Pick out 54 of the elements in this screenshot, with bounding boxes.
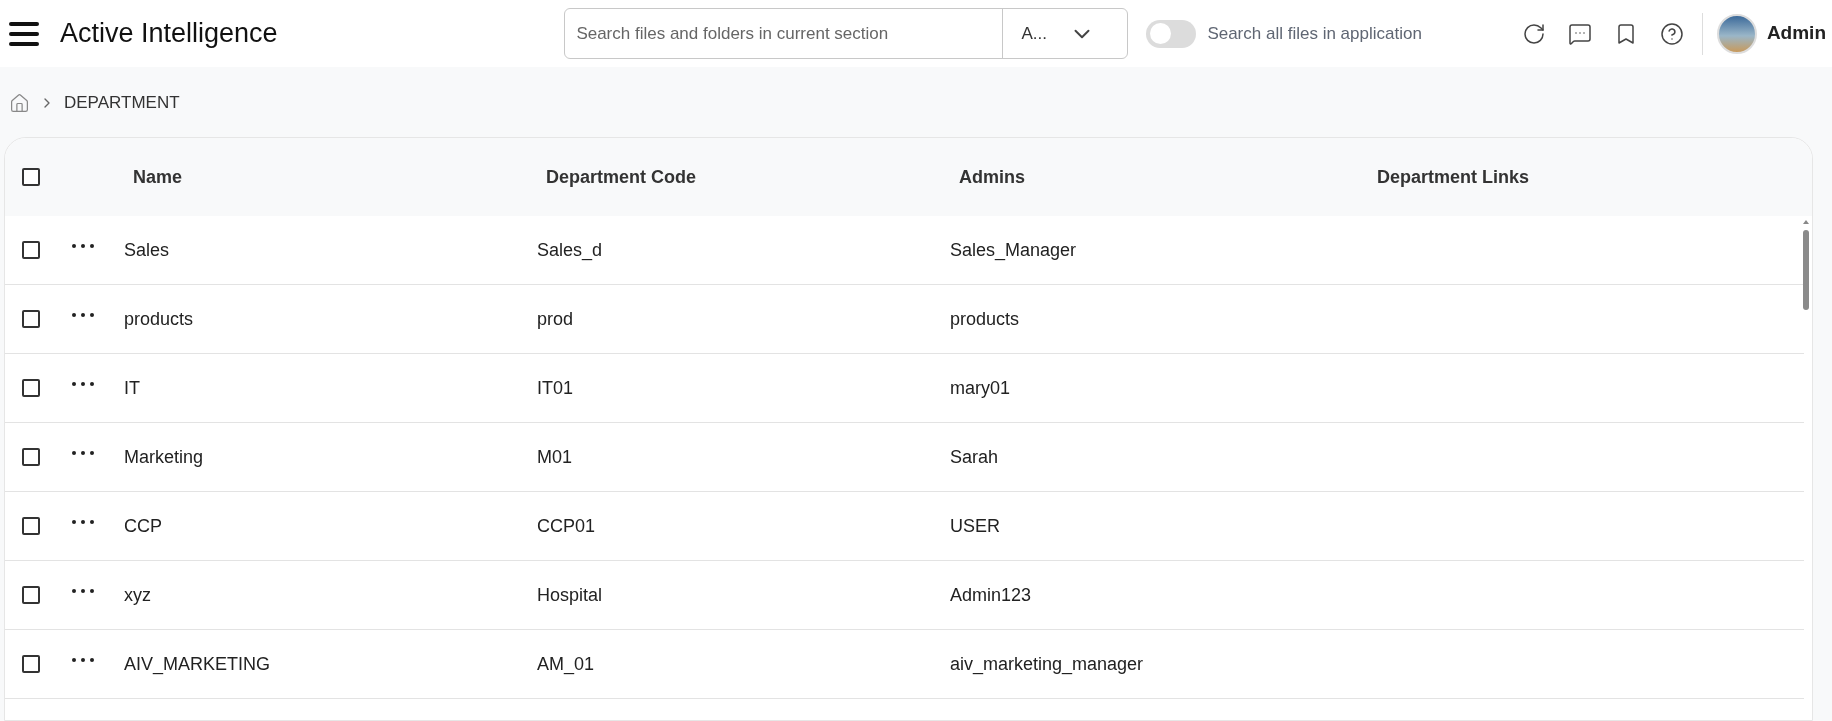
more-icon[interactable]	[72, 520, 94, 524]
table-cell: aiv_marketing_manager	[950, 653, 1144, 674]
table-cell: Sarah	[950, 446, 999, 467]
table-cell: products	[124, 308, 194, 329]
checkbox[interactable]	[22, 448, 40, 466]
avatar[interactable]	[1716, 13, 1757, 54]
checkbox[interactable]	[22, 379, 40, 397]
scrollbar-icon[interactable]	[1802, 218, 1810, 310]
more-icon[interactable]	[72, 658, 94, 662]
search-field[interactable]: Search files and folders in current section A...	[564, 8, 1129, 59]
checkbox[interactable]	[22, 168, 40, 186]
refresh-icon[interactable]	[1521, 21, 1546, 46]
table-cell: Sales_d	[537, 239, 603, 260]
column-header[interactable]: Department Links	[1377, 166, 1530, 187]
table-cell: CCP01	[537, 515, 596, 536]
toggle-label: Search all files in application	[1207, 22, 1422, 45]
more-icon[interactable]	[72, 382, 94, 386]
table-cell: xyz	[124, 584, 151, 605]
table-cell: products	[950, 308, 1020, 329]
checkbox[interactable]	[22, 517, 40, 535]
column-header[interactable]: Admins	[959, 166, 1025, 187]
table-cell: M01	[537, 446, 572, 467]
app-title: Active Intelligence	[60, 17, 278, 51]
checkbox[interactable]	[22, 310, 40, 328]
column-header[interactable]: Name	[133, 166, 183, 187]
chat-icon[interactable]	[1567, 21, 1592, 46]
table-cell: mary01	[950, 377, 1011, 398]
help-icon[interactable]	[1659, 21, 1684, 46]
column-header[interactable]: Department Code	[546, 166, 697, 187]
more-icon[interactable]	[72, 451, 94, 455]
checkbox[interactable]	[22, 241, 40, 259]
menu-icon[interactable]	[8, 20, 40, 47]
checkbox[interactable]	[22, 655, 40, 673]
home-icon[interactable]	[9, 92, 30, 114]
toggle-switch[interactable]	[1146, 19, 1197, 48]
table-cell: CCP	[124, 515, 162, 536]
table-cell: IT	[124, 377, 140, 398]
table-cell: Admin123	[950, 584, 1032, 605]
scope-dropdown[interactable]: A...	[1002, 9, 1128, 58]
breadcrumb-item[interactable]: DEPARTMENT	[64, 90, 180, 116]
more-icon[interactable]	[72, 244, 94, 248]
table-cell: Marketing	[124, 446, 204, 467]
user-name[interactable]: Admin	[1766, 19, 1826, 48]
table-cell: AM_01	[537, 653, 595, 674]
table-cell: IT01	[537, 377, 574, 398]
more-icon[interactable]	[72, 313, 94, 317]
more-icon[interactable]	[72, 589, 94, 593]
table-cell: Sales	[124, 239, 170, 260]
table-cell: AIV_MARKETING	[124, 653, 271, 674]
table-cell: USER	[950, 515, 1000, 536]
table-cell: Hospital	[537, 584, 603, 605]
table-cell: Sales_Manager	[950, 239, 1077, 260]
table-cell: prod	[537, 308, 574, 329]
checkbox[interactable]	[22, 586, 40, 604]
